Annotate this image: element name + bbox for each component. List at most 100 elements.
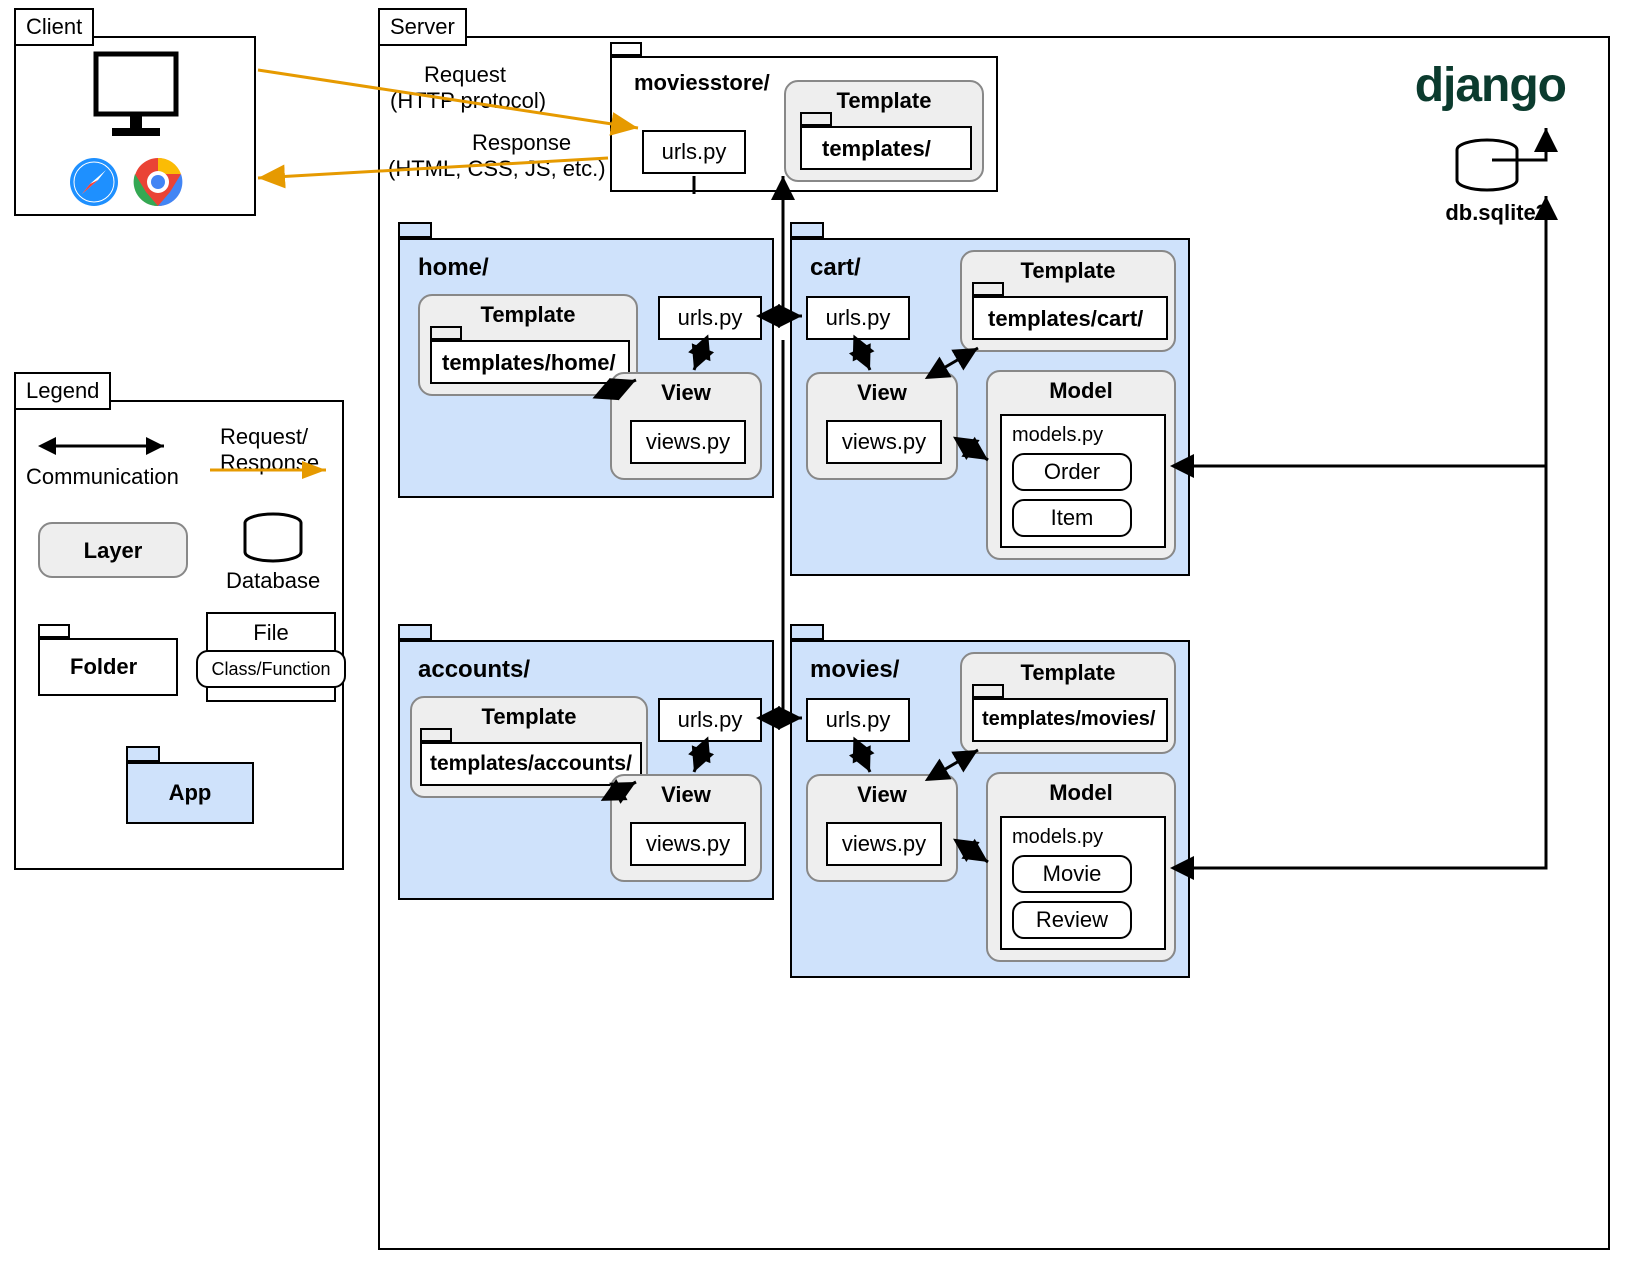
cart-model-layer: Model models.py Order Item bbox=[986, 370, 1176, 560]
project-template-folder: templates/ bbox=[800, 126, 972, 170]
app-tab-icon bbox=[790, 624, 824, 640]
movies-template-folder: templates/movies/ bbox=[972, 698, 1168, 742]
movies-template-label: Template bbox=[962, 660, 1174, 686]
legend-db: Database bbox=[226, 568, 320, 594]
cart-template-folder-label: templates/cart/ bbox=[988, 306, 1143, 332]
app-accounts: accounts/ urls.py Template templates/acc… bbox=[398, 640, 774, 900]
client-title: Client bbox=[14, 8, 94, 46]
accounts-urls: urls.py bbox=[658, 698, 762, 742]
legend-folder-sample: Folder bbox=[38, 638, 178, 696]
movies-template-layer: Template templates/movies/ bbox=[960, 652, 1176, 754]
cart-view-layer: View views.py bbox=[806, 372, 958, 480]
app-tab-icon bbox=[790, 222, 824, 238]
app-tab-icon bbox=[126, 746, 160, 762]
folder-tab-icon bbox=[610, 42, 642, 56]
response-label-l1: Response bbox=[472, 130, 571, 156]
movies-model-layer: Model models.py Movie Review bbox=[986, 772, 1176, 962]
cart-model-class-order: Order bbox=[1012, 453, 1132, 491]
legend-app-sample: App bbox=[126, 762, 254, 824]
home-template-label: Template bbox=[420, 302, 636, 328]
movies-model-class-review: Review bbox=[1012, 901, 1132, 939]
cart-model-label: Model bbox=[988, 378, 1174, 404]
orange-arrow-icon bbox=[206, 458, 336, 484]
cart-model-file: models.py bbox=[1012, 424, 1103, 447]
home-view-file: views.py bbox=[630, 420, 746, 464]
django-logo: django bbox=[1415, 58, 1566, 113]
legend-layer-text: Layer bbox=[40, 538, 186, 564]
project-template-layer: Template templates/ bbox=[784, 80, 984, 182]
request-label-l1: Request bbox=[424, 62, 506, 88]
cart-template-layer: Template templates/cart/ bbox=[960, 250, 1176, 352]
app-home-name: home/ bbox=[418, 254, 489, 282]
movies-model-class-movie: Movie bbox=[1012, 855, 1132, 893]
movies-model-file-box: models.py Movie Review bbox=[1000, 816, 1166, 950]
diagram-canvas: Client Server django bbox=[0, 0, 1627, 1266]
app-accounts-name: accounts/ bbox=[418, 656, 530, 684]
folder-tab-icon bbox=[972, 684, 1004, 698]
home-urls: urls.py bbox=[658, 296, 762, 340]
server-title: Server bbox=[378, 8, 467, 46]
cart-model-class-item: Item bbox=[1012, 499, 1132, 537]
app-movies-name: movies/ bbox=[810, 656, 899, 684]
legend-app-text: App bbox=[128, 780, 252, 806]
project-template-label: Template bbox=[786, 88, 982, 114]
accounts-template-folder: templates/accounts/ bbox=[420, 742, 642, 786]
home-template-folder: templates/home/ bbox=[430, 340, 630, 384]
cart-urls: urls.py bbox=[806, 296, 910, 340]
cart-view-file: views.py bbox=[826, 420, 942, 464]
folder-tab-icon bbox=[972, 282, 1004, 296]
home-template-folder-label: templates/home/ bbox=[442, 350, 616, 376]
movies-view-file: views.py bbox=[826, 822, 942, 866]
legend-file-text: File bbox=[253, 620, 288, 646]
accounts-view-label: View bbox=[612, 782, 760, 808]
app-home: home/ urls.py Template templates/home/ V… bbox=[398, 238, 774, 498]
project-urls-file: urls.py bbox=[642, 130, 746, 174]
cart-model-file-box: models.py Order Item bbox=[1000, 414, 1166, 548]
accounts-template-folder-label: templates/accounts/ bbox=[430, 752, 632, 776]
database-icon bbox=[240, 512, 306, 564]
legend-title: Legend bbox=[14, 372, 111, 410]
project-name: moviesstore/ bbox=[634, 70, 770, 96]
double-arrow-icon bbox=[34, 434, 174, 460]
movies-template-folder-label: templates/movies/ bbox=[982, 708, 1155, 731]
movies-urls: urls.py bbox=[806, 698, 910, 742]
legend-comm: Communication bbox=[26, 464, 179, 490]
app-cart: cart/ urls.py Template templates/cart/ V… bbox=[790, 238, 1190, 576]
response-label-l2: (HTML, CSS, JS, etc.) bbox=[388, 156, 606, 182]
accounts-view-file: views.py bbox=[630, 822, 746, 866]
safari-icon bbox=[68, 156, 120, 208]
cart-template-label: Template bbox=[962, 258, 1174, 284]
database-icon bbox=[1452, 138, 1522, 194]
app-tab-icon bbox=[398, 222, 432, 238]
project-template-folder-label: templates/ bbox=[822, 136, 931, 162]
chrome-icon bbox=[132, 156, 184, 208]
folder-tab-icon bbox=[800, 112, 832, 126]
db-label: db.sqlite3 bbox=[1445, 200, 1548, 226]
folder-tab-icon bbox=[38, 624, 70, 638]
home-view-label: View bbox=[612, 380, 760, 406]
legend-classfn: Class/Function bbox=[196, 650, 346, 688]
legend-folder-text: Folder bbox=[70, 654, 137, 680]
app-tab-icon bbox=[398, 624, 432, 640]
movies-view-label: View bbox=[808, 782, 956, 808]
request-label-l2: (HTTP protocol) bbox=[390, 88, 546, 114]
cart-view-label: View bbox=[808, 380, 956, 406]
accounts-template-label: Template bbox=[412, 704, 646, 730]
movies-view-layer: View views.py bbox=[806, 774, 958, 882]
cart-template-folder: templates/cart/ bbox=[972, 296, 1168, 340]
app-cart-name: cart/ bbox=[810, 254, 861, 282]
folder-tab-icon bbox=[430, 326, 462, 340]
legend-box: Legend Communication Request/ Response L… bbox=[14, 400, 344, 870]
home-view-layer: View views.py bbox=[610, 372, 762, 480]
accounts-view-layer: View views.py bbox=[610, 774, 762, 882]
movies-model-file: models.py bbox=[1012, 826, 1103, 849]
legend-layer-sample: Layer bbox=[38, 522, 188, 578]
app-movies: movies/ urls.py Template templates/movie… bbox=[790, 640, 1190, 978]
folder-tab-icon bbox=[420, 728, 452, 742]
client-box: Client bbox=[14, 36, 256, 216]
movies-model-label: Model bbox=[988, 780, 1174, 806]
home-template-layer: Template templates/home/ bbox=[418, 294, 638, 396]
legend-file-sample: File Class/Function bbox=[206, 612, 336, 702]
project-folder: moviesstore/ urls.py Template templates/ bbox=[610, 56, 998, 192]
monitor-icon bbox=[88, 50, 186, 146]
